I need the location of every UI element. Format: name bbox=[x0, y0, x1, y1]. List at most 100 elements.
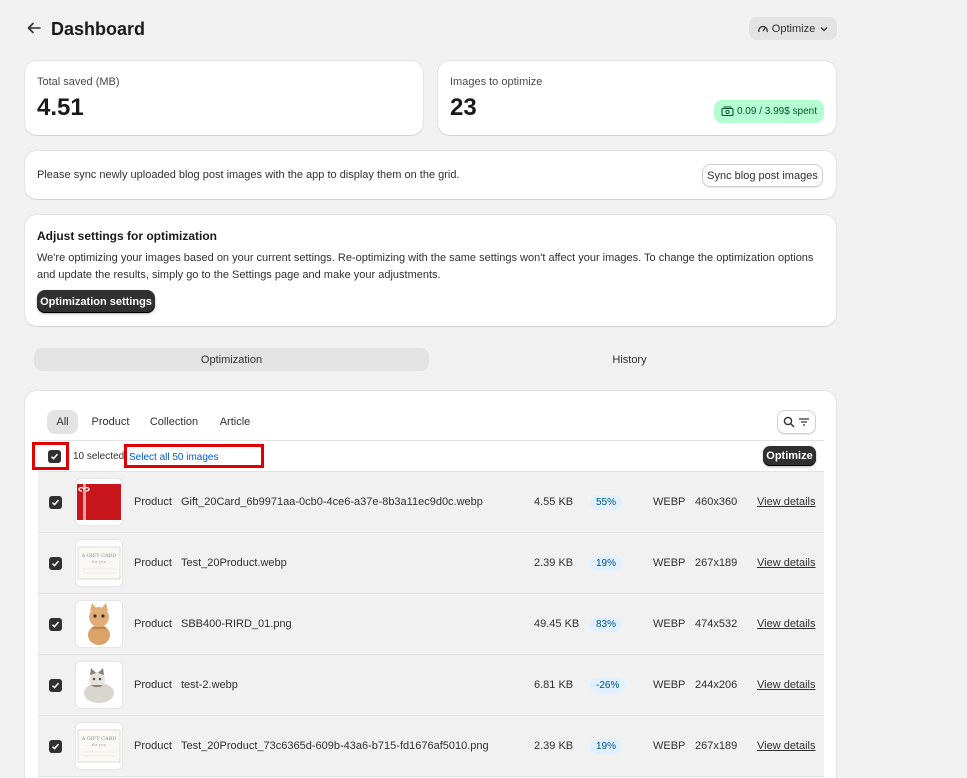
file-format: WEBP bbox=[653, 618, 686, 630]
saving-percent: 19% bbox=[590, 738, 623, 754]
row-checkbox[interactable] bbox=[49, 679, 62, 692]
file-format: WEBP bbox=[653, 740, 686, 752]
view-details-link[interactable]: View details bbox=[757, 472, 816, 532]
view-details-link[interactable]: View details bbox=[757, 716, 816, 776]
optimization-settings-button[interactable]: Optimization settings bbox=[37, 290, 155, 313]
optimize-menu-button[interactable]: Optimize bbox=[749, 17, 837, 40]
svg-text:for you: for you bbox=[92, 742, 107, 747]
bulk-optimize-button[interactable]: Optimize bbox=[763, 446, 816, 466]
file-name: Test_20Product.webp bbox=[181, 557, 287, 569]
sync-blog-images-button[interactable]: Sync blog post images bbox=[702, 164, 823, 187]
checkmark-icon bbox=[50, 453, 59, 460]
saving-percent: 19% bbox=[590, 555, 623, 571]
checkmark-icon bbox=[51, 743, 60, 750]
image-dimensions: 267x189 bbox=[695, 740, 738, 752]
checkmark-icon bbox=[51, 682, 60, 689]
file-format: WEBP bbox=[653, 496, 686, 508]
saving-percent: -26% bbox=[590, 677, 626, 693]
saving-badge: 19% bbox=[590, 533, 623, 593]
table-row[interactable]: Product Gift_20Card_6b9971aa-0cb0-4ce6-a3… bbox=[38, 472, 824, 533]
settings-description-line2: and update the results, simply go to the… bbox=[37, 269, 441, 281]
sync-message: Please sync newly uploaded blog post ima… bbox=[37, 169, 460, 181]
chevron-down-icon bbox=[820, 26, 828, 31]
tab-optimization[interactable]: Optimization bbox=[34, 348, 429, 371]
saving-percent: 83% bbox=[590, 616, 623, 632]
tab-history-label: History bbox=[612, 353, 647, 366]
saving-badge: 19% bbox=[590, 716, 623, 776]
filter-product[interactable]: Product bbox=[86, 410, 135, 434]
selected-count: 10 selected bbox=[73, 451, 125, 462]
page-title: Dashboard bbox=[51, 19, 146, 39]
back-button[interactable] bbox=[26, 20, 44, 38]
table-row[interactable]: A GIFT CARD for you Product Test_20Product_… bbox=[38, 716, 824, 777]
search-filter-button[interactable] bbox=[777, 410, 816, 434]
file-format: WEBP bbox=[653, 679, 686, 691]
file-size: 2.39 KB bbox=[534, 557, 574, 569]
resource-type: Product bbox=[134, 618, 172, 630]
filter-icon bbox=[799, 418, 809, 426]
svg-text:for you: for you bbox=[92, 559, 107, 564]
tab-history[interactable]: History bbox=[432, 348, 827, 371]
row-checkbox[interactable] bbox=[49, 557, 62, 570]
gauge-icon bbox=[757, 25, 768, 32]
optimize-menu-label: Optimize bbox=[771, 22, 816, 35]
resource-type: Product bbox=[134, 496, 172, 508]
money-icon bbox=[721, 106, 734, 117]
spent-badge: 0.09 / 3.99$ spent bbox=[714, 100, 824, 123]
images-to-optimize-value: 23 bbox=[450, 94, 477, 121]
view-details-link[interactable]: View details bbox=[757, 533, 816, 593]
resource-type: Product bbox=[134, 740, 172, 752]
settings-heading: Adjust settings for optimization bbox=[37, 229, 217, 243]
image-thumbnail: A GIFT CARD for you bbox=[75, 722, 123, 770]
image-thumbnail: A GIFT CARD for you bbox=[75, 539, 123, 587]
file-name: Test_20Product_73c6365d-609b-43a6-b715-f… bbox=[181, 740, 489, 752]
table-row[interactable]: A GIFT CARD for you Product Test_20Product.… bbox=[38, 533, 824, 594]
table-row[interactable]: Product SBB400-RIRD_01.png 49.45 KB 83% WEBP… bbox=[38, 594, 824, 655]
image-dimensions: 460x360 bbox=[695, 496, 738, 508]
arrow-left-icon bbox=[27, 22, 41, 34]
checkmark-icon bbox=[51, 499, 60, 506]
row-checkbox[interactable] bbox=[49, 740, 62, 753]
row-checkbox[interactable] bbox=[49, 618, 62, 631]
settings-description-line1: We're optimizing your images based on yo… bbox=[37, 252, 814, 264]
row-checkbox[interactable] bbox=[49, 496, 62, 509]
view-details-link[interactable]: View details bbox=[757, 594, 816, 654]
images-to-optimize-card: Images to optimize 23 0.09 / 3.99$ spent bbox=[438, 61, 836, 135]
checkmark-icon bbox=[51, 621, 60, 628]
file-size: 4.55 KB bbox=[534, 496, 574, 508]
select-all-images-link[interactable]: Select all 50 images bbox=[129, 452, 219, 463]
resource-type: Product bbox=[134, 679, 172, 691]
filter-all[interactable]: All bbox=[47, 410, 78, 434]
image-thumbnail bbox=[75, 661, 123, 709]
file-name: test-2.webp bbox=[181, 679, 238, 691]
tab-optimization-label: Optimization bbox=[200, 353, 263, 366]
saving-badge: 83% bbox=[590, 594, 623, 654]
image-dimensions: 267x189 bbox=[695, 557, 738, 569]
total-saved-value: 4.51 bbox=[37, 94, 84, 121]
image-dimensions: 244x206 bbox=[695, 679, 738, 691]
file-size: 2.39 KB bbox=[534, 740, 574, 752]
file-name: Gift_20Card_6b9971aa-0cb0-4ce6-a37e-8b3a… bbox=[181, 496, 483, 508]
image-thumbnail bbox=[75, 600, 123, 648]
total-saved-card: Total saved (MB) 4.51 bbox=[25, 61, 423, 135]
file-size: 49.45 KB bbox=[534, 618, 580, 630]
file-name: SBB400-RIRD_01.png bbox=[181, 618, 292, 630]
filter-collection[interactable]: Collection bbox=[145, 410, 203, 434]
image-thumbnail bbox=[75, 478, 123, 526]
settings-card: Adjust settings for optimization We're o… bbox=[25, 215, 836, 326]
resource-type: Product bbox=[134, 557, 172, 569]
file-size: 6.81 KB bbox=[534, 679, 574, 691]
table-row[interactable]: Product test-2.webp 6.81 KB -26% WEBP 244x206… bbox=[38, 655, 824, 716]
saving-badge: -26% bbox=[590, 655, 626, 715]
filter-article[interactable]: Article bbox=[214, 410, 256, 434]
view-details-link[interactable]: View details bbox=[757, 655, 816, 715]
spent-badge-text: 0.09 / 3.99$ spent bbox=[736, 106, 818, 117]
select-all-checkbox[interactable] bbox=[48, 450, 61, 463]
saving-percent: 55% bbox=[590, 494, 623, 510]
total-saved-label: Total saved (MB) bbox=[37, 76, 120, 88]
images-to-optimize-label: Images to optimize bbox=[450, 76, 543, 88]
checkmark-icon bbox=[51, 560, 60, 567]
image-dimensions: 474x532 bbox=[695, 618, 738, 630]
saving-badge: 55% bbox=[590, 472, 623, 532]
sync-card: Please sync newly uploaded blog post ima… bbox=[25, 151, 836, 199]
